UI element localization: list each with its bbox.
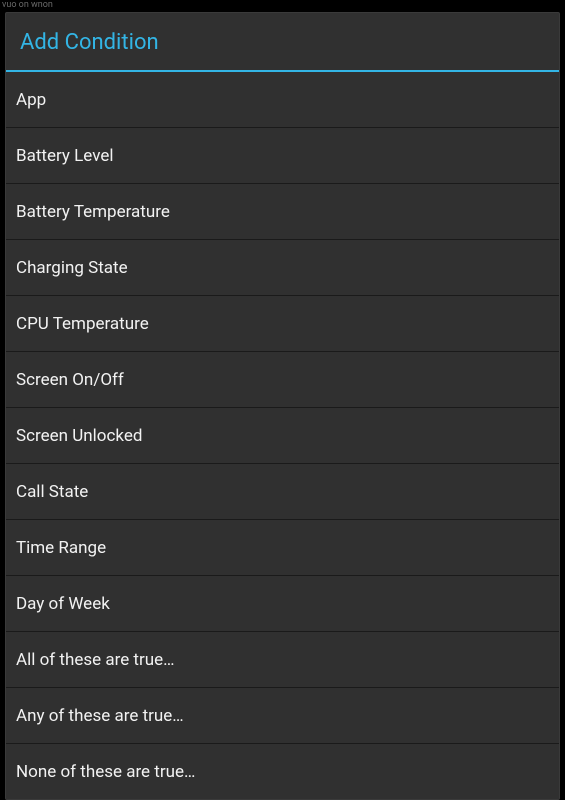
condition-item-app[interactable]: App	[6, 72, 559, 128]
condition-item-battery-temperature[interactable]: Battery Temperature	[6, 184, 559, 240]
condition-list: App Battery Level Battery Temperature Ch…	[6, 72, 559, 799]
status-bar-text: vuo on wnon	[2, 0, 53, 10]
condition-item-call-state[interactable]: Call State	[6, 464, 559, 520]
condition-item-time-range[interactable]: Time Range	[6, 520, 559, 576]
condition-item-day-of-week[interactable]: Day of Week	[6, 576, 559, 632]
condition-item-screen-on-off[interactable]: Screen On/Off	[6, 352, 559, 408]
status-bar: vuo on wnon	[0, 0, 565, 12]
add-condition-dialog: Add Condition App Battery Level Battery …	[5, 12, 560, 800]
condition-item-screen-unlocked[interactable]: Screen Unlocked	[6, 408, 559, 464]
condition-item-none-true[interactable]: None of these are true…	[6, 744, 559, 799]
condition-item-charging-state[interactable]: Charging State	[6, 240, 559, 296]
dialog-header: Add Condition	[6, 13, 559, 72]
condition-item-cpu-temperature[interactable]: CPU Temperature	[6, 296, 559, 352]
condition-item-any-true[interactable]: Any of these are true…	[6, 688, 559, 744]
condition-item-battery-level[interactable]: Battery Level	[6, 128, 559, 184]
dialog-title: Add Condition	[20, 30, 545, 55]
condition-item-all-true[interactable]: All of these are true…	[6, 632, 559, 688]
